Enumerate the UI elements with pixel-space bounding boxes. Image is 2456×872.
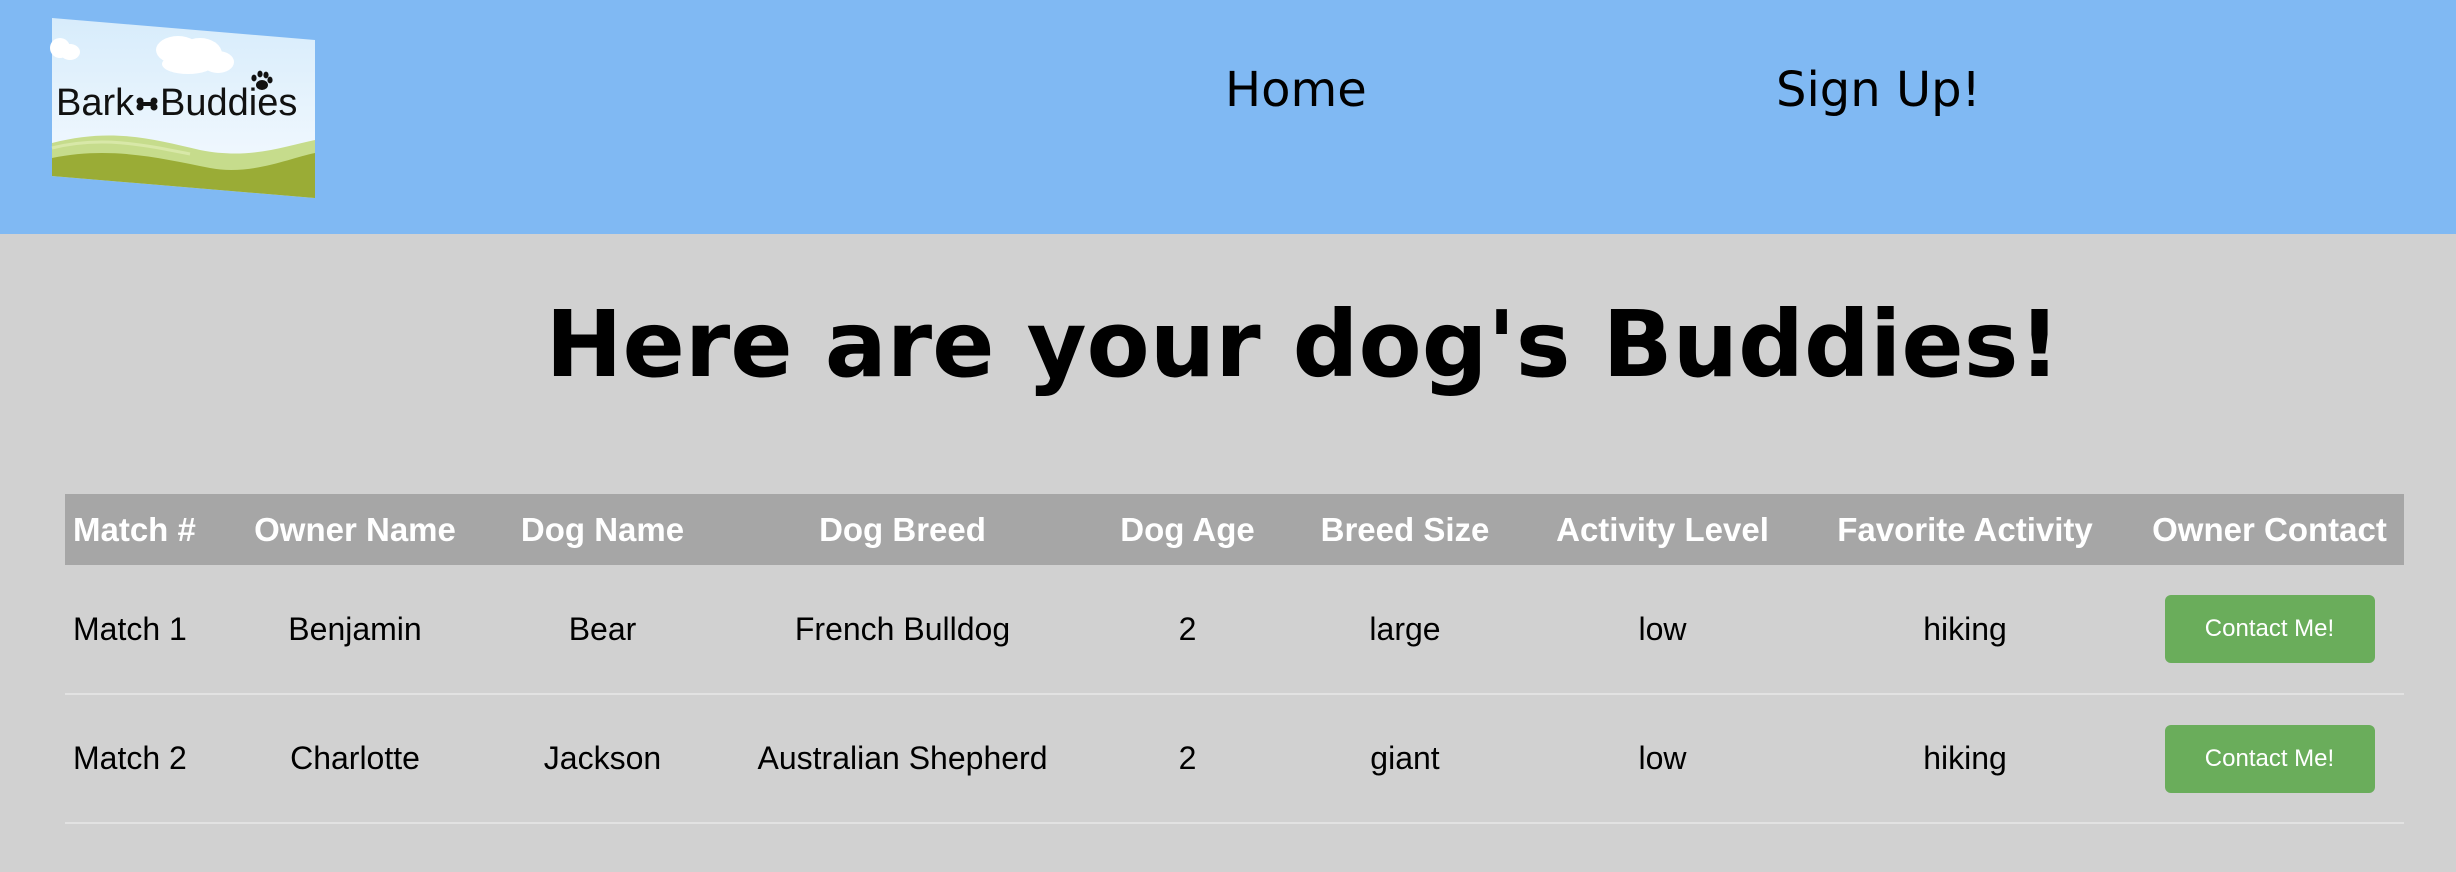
site-header: Bark Buddies Home Sign Up! <box>0 0 2456 234</box>
col-header-activity-level: Activity Level <box>1556 510 1769 548</box>
cell-dog-breed: French Bulldog <box>794 610 1011 647</box>
contact-me-button[interactable]: Contact Me! <box>2164 724 2375 793</box>
table-row: Match 2 Charlotte Jackson Australian She… <box>65 694 2404 823</box>
cell-owner-contact: Contact Me! <box>2135 694 2404 823</box>
nav-home-link[interactable]: Home <box>1225 60 1367 120</box>
matches-table: Match # Owner Name Dog Name Dog Breed Do… <box>65 494 2404 824</box>
col-header-match: Match # <box>73 510 196 548</box>
col-header-owner-contact: Owner Contact <box>2152 510 2387 548</box>
col-header-favorite-activity: Favorite Activity <box>1837 510 2093 548</box>
col-header-breed-size: Breed Size <box>1320 510 1490 548</box>
logo-text-buddies: Buddies <box>160 82 297 124</box>
cell-favorite-activity: hiking <box>1923 740 2007 776</box>
table-header-row: Match # Owner Name Dog Name Dog Breed Do… <box>65 494 2404 565</box>
cell-activity-level: low <box>1638 610 1687 647</box>
cell-dog-name: Jackson <box>543 740 662 776</box>
cell-favorite-activity: hiking <box>1923 610 2007 647</box>
contact-me-button[interactable]: Contact Me! <box>2164 595 2375 663</box>
cell-match: Match 2 <box>73 740 187 776</box>
cell-dog-age: 2 <box>1178 740 1197 776</box>
cell-owner-name: Charlotte <box>290 740 420 776</box>
col-header-dog-breed: Dog Breed <box>819 510 986 548</box>
cell-activity-level: low <box>1638 740 1687 776</box>
cell-dog-breed: Australian Shepherd <box>757 740 1048 776</box>
cell-owner-contact: Contact Me! <box>2135 565 2404 694</box>
nav-signup-link[interactable]: Sign Up! <box>1776 60 1981 120</box>
cell-breed-size: large <box>1369 610 1441 647</box>
cell-breed-size: giant <box>1370 740 1440 776</box>
table-row: Match 1 Benjamin Bear French Bulldog 2 l… <box>65 565 2404 694</box>
cell-dog-age: 2 <box>1178 610 1197 647</box>
bark-buddies-logo[interactable]: Bark Buddies <box>50 18 315 198</box>
col-header-dog-name: Dog Name <box>520 510 685 548</box>
cell-owner-name: Benjamin <box>288 610 422 647</box>
cell-dog-name: Bear <box>568 610 637 647</box>
logo-text-bark: Bark <box>56 82 135 124</box>
page-title: Here are your dog's Buddies! <box>545 291 2061 398</box>
col-header-owner-name: Owner Name <box>254 510 456 548</box>
cell-match: Match 1 <box>73 610 187 647</box>
col-header-dog-age: Dog Age <box>1120 510 1255 548</box>
